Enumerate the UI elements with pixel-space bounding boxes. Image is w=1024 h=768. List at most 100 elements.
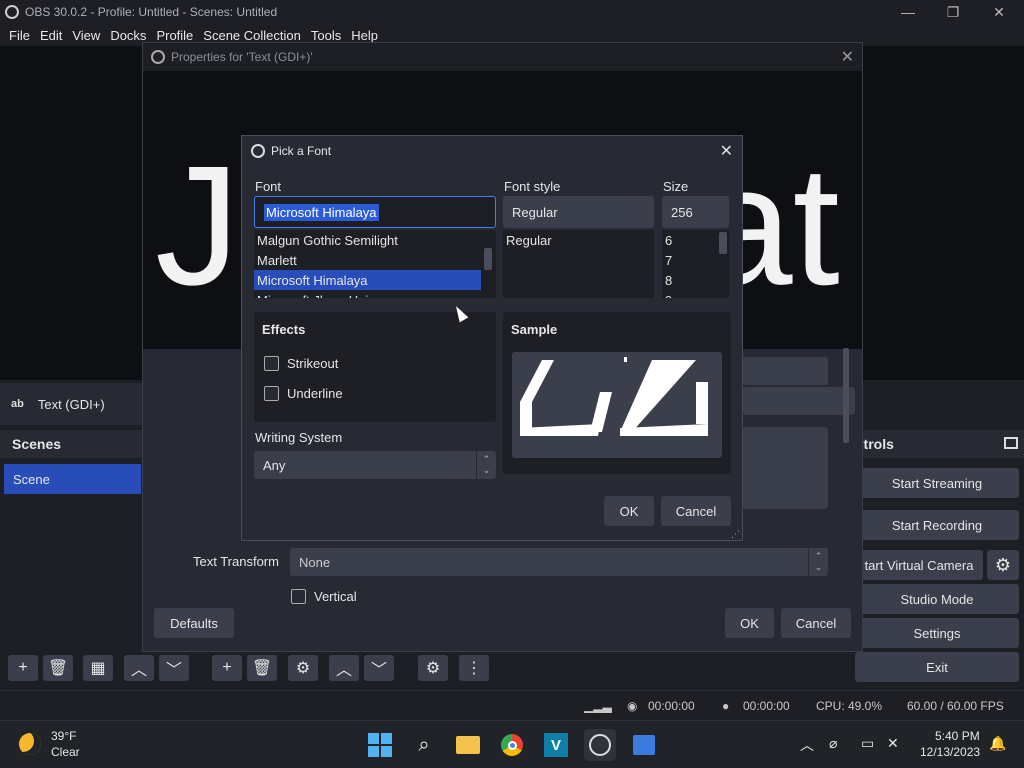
properties-scrollbar[interactable] (843, 348, 849, 443)
sample-glyphs (520, 357, 708, 436)
font-ok-button[interactable]: OK (604, 496, 654, 526)
font-list-item[interactable]: Malgun Gothic Semilight (254, 230, 496, 250)
windows-start-icon[interactable] (364, 729, 396, 761)
minimize-button[interactable]: — (885, 0, 931, 24)
file-explorer-icon[interactable] (452, 729, 484, 761)
move-source-down-button[interactable]: ﹀ (364, 655, 394, 681)
sample-glyph (624, 357, 627, 362)
add-source-button[interactable]: + (212, 655, 242, 681)
vegas-icon[interactable]: V (540, 729, 572, 761)
filter-icon: ▦ (90, 660, 106, 677)
font-style-input[interactable]: Regular (503, 196, 654, 228)
strikeout-checkbox[interactable] (264, 356, 279, 371)
text-field[interactable] (743, 357, 828, 385)
move-scene-up-button[interactable]: ︿ (124, 655, 154, 681)
vertical-checkbox[interactable] (291, 589, 306, 604)
text-area[interactable] (743, 427, 828, 509)
font-list-scrollbar[interactable] (484, 248, 492, 270)
chevron-up-icon: ︿ (130, 662, 147, 679)
menu-scene-collection[interactable]: Scene Collection (203, 28, 301, 43)
start-virtual-camera-button[interactable]: tart Virtual Camera (855, 550, 983, 580)
pick-font-dialog: Pick a Font ✕ Font Font style Size Micro… (241, 135, 743, 541)
style-list-item[interactable]: Regular (503, 230, 654, 250)
effects-label: Effects (262, 322, 306, 337)
exit-button[interactable]: Exit (855, 652, 1019, 682)
virtual-camera-settings-button[interactable]: ⚙ (987, 550, 1019, 580)
source-context-bar: ab Text (GDI+) (0, 383, 145, 425)
underline-checkbox[interactable] (264, 386, 279, 401)
remove-source-button[interactable]: 🗑 (247, 655, 277, 681)
defaults-button[interactable]: Defaults (154, 608, 234, 638)
studio-mode-button[interactable]: Studio Mode (855, 584, 1019, 614)
menu-profile[interactable]: Profile (156, 28, 193, 43)
menu-tools[interactable]: Tools (311, 28, 341, 43)
undock-icon[interactable] (1004, 437, 1018, 449)
remove-scene-button[interactable]: 🗑 (43, 655, 73, 681)
search-icon[interactable]: ⌕ (408, 729, 440, 761)
record-time: 00:00:00 (743, 699, 790, 713)
add-scene-button[interactable]: + (8, 655, 38, 681)
text-transform-select[interactable]: None ⌃ ⌄ (290, 548, 828, 576)
chrome-icon[interactable] (496, 729, 528, 761)
menu-view[interactable]: View (72, 28, 100, 43)
windows-taskbar: 39°F Clear ⌕ V ︿ ⌀ ▭ ✕ 5:40 PM 12/13/202… (0, 720, 1024, 768)
strikeout-label: Strikeout (287, 356, 339, 371)
controls-title: ntrols (855, 430, 1024, 458)
properties-ok-button[interactable]: OK (725, 608, 774, 638)
close-icon[interactable]: ✕ (720, 141, 733, 161)
chevron-up-icon[interactable]: ︿ (800, 735, 814, 755)
font-cancel-button[interactable]: Cancel (661, 496, 731, 526)
font-input[interactable]: Microsoft Himalaya (254, 196, 496, 228)
obs-taskbar-icon[interactable] (584, 729, 616, 761)
size-list-scrollbar[interactable] (719, 232, 727, 254)
settings-button[interactable]: Settings (855, 618, 1019, 648)
volume-muted-icon[interactable]: ✕ (887, 735, 899, 752)
move-scene-down-button[interactable]: ﹀ (159, 655, 189, 681)
audio-mixer-menu-button[interactable]: ⋮ (459, 655, 489, 681)
font-sample-preview (512, 352, 722, 458)
move-source-up-button[interactable]: ︿ (329, 655, 359, 681)
scene-item[interactable]: Scene (4, 464, 141, 494)
display-icon[interactable]: ▭ (861, 735, 874, 752)
chevron-updown-icon: ⌃ ⌄ (808, 548, 828, 576)
source-properties-button[interactable]: ⚙ (288, 655, 318, 681)
menu-help[interactable]: Help (351, 28, 378, 43)
close-icon[interactable]: ✕ (841, 47, 854, 67)
font-listbox[interactable]: Malgun Gothic Semilight Marlett Microsof… (254, 230, 496, 298)
font-list-item[interactable]: Microsoft JhengHei (254, 290, 496, 299)
weather-icon[interactable] (19, 733, 41, 755)
scene-filters-button[interactable]: ▦ (83, 655, 113, 681)
font-list-item[interactable]: Marlett (254, 250, 496, 270)
resize-grip-icon[interactable]: ⋰ (731, 529, 740, 540)
font-dialog-title: Pick a Font (271, 144, 332, 158)
window-title: OBS 30.0.2 - Profile: Untitled - Scenes:… (25, 5, 278, 19)
menu-file[interactable]: File (9, 28, 30, 43)
size-list-item[interactable]: 9 (662, 290, 729, 299)
menu-edit[interactable]: Edit (40, 28, 62, 43)
close-button[interactable]: ✕ (976, 0, 1022, 24)
plus-icon: + (18, 659, 28, 676)
menu-docks[interactable]: Docks (110, 28, 146, 43)
audio-mixer-settings-button[interactable]: ⚙ (418, 655, 448, 681)
obs-logo-icon (5, 5, 19, 19)
trash-icon: 🗑 (47, 660, 69, 677)
microsoft-store-icon[interactable] (628, 729, 660, 761)
text-field-2[interactable] (743, 387, 855, 415)
writing-system-select[interactable]: Any ⌃ ⌄ (254, 451, 496, 479)
stream-icon: ◉ (627, 699, 638, 713)
start-recording-button[interactable]: Start Recording (855, 510, 1019, 540)
network-icon[interactable]: ⌀ (829, 735, 837, 752)
font-style-listbox[interactable]: Regular (503, 230, 654, 298)
properties-cancel-button[interactable]: Cancel (781, 608, 851, 638)
weather-desc: Clear (51, 745, 80, 759)
size-list-item[interactable]: 8 (662, 270, 729, 290)
notification-bell-icon[interactable]: 🔔 (989, 735, 1006, 752)
font-list-item-selected[interactable]: Microsoft Himalaya (254, 270, 481, 290)
maximize-button[interactable]: ❐ (930, 0, 976, 24)
weather-temp: 39°F (51, 729, 77, 743)
clock-date[interactable]: 12/13/2023 (920, 745, 980, 759)
start-streaming-button[interactable]: Start Streaming (855, 468, 1019, 498)
clock-time[interactable]: 5:40 PM (935, 729, 980, 743)
font-size-input[interactable]: 256 (662, 196, 729, 228)
record-icon: ● (722, 699, 730, 713)
